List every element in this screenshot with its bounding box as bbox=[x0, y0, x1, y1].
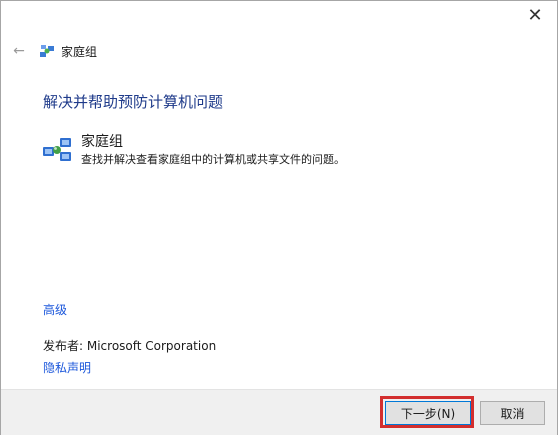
next-button-label: 下一步(N) bbox=[400, 406, 456, 421]
cancel-button-label: 取消 bbox=[500, 406, 525, 421]
title-bar: ✕ bbox=[1, 1, 557, 33]
close-icon: ✕ bbox=[527, 5, 543, 26]
back-button[interactable]: ← bbox=[11, 43, 27, 59]
close-button[interactable]: ✕ bbox=[513, 1, 557, 33]
troubleshooter-window: ✕ ← 家庭组 解决并帮助预防计算机问题 家庭组 查找并解决查看家庭组中的计算机… bbox=[0, 0, 558, 435]
cancel-button[interactable]: 取消 bbox=[480, 401, 545, 425]
page-title: 解决并帮助预防计算机问题 bbox=[43, 93, 224, 111]
navigation-bar: ← 家庭组 bbox=[11, 41, 97, 61]
homegroup-icon bbox=[43, 138, 71, 161]
next-button[interactable]: 下一步(N) bbox=[385, 401, 471, 425]
item-title: 家庭组 bbox=[81, 134, 123, 150]
homegroup-small-icon bbox=[40, 45, 54, 57]
item-description: 查找并解决查看家庭组中的计算机或共享文件的问题。 bbox=[81, 153, 345, 166]
footer-bar: 下一步(N) 取消 bbox=[1, 389, 557, 435]
privacy-statement-link[interactable]: 隐私声明 bbox=[43, 359, 91, 376]
troubleshoot-item-homegroup[interactable]: 家庭组 查找并解决查看家庭组中的计算机或共享文件的问题。 bbox=[41, 131, 521, 167]
publisher-text: 发布者: Microsoft Corporation bbox=[43, 339, 217, 353]
breadcrumb: 家庭组 bbox=[61, 44, 98, 59]
advanced-link[interactable]: 高级 bbox=[43, 301, 67, 318]
back-arrow-icon: ← bbox=[13, 43, 25, 59]
